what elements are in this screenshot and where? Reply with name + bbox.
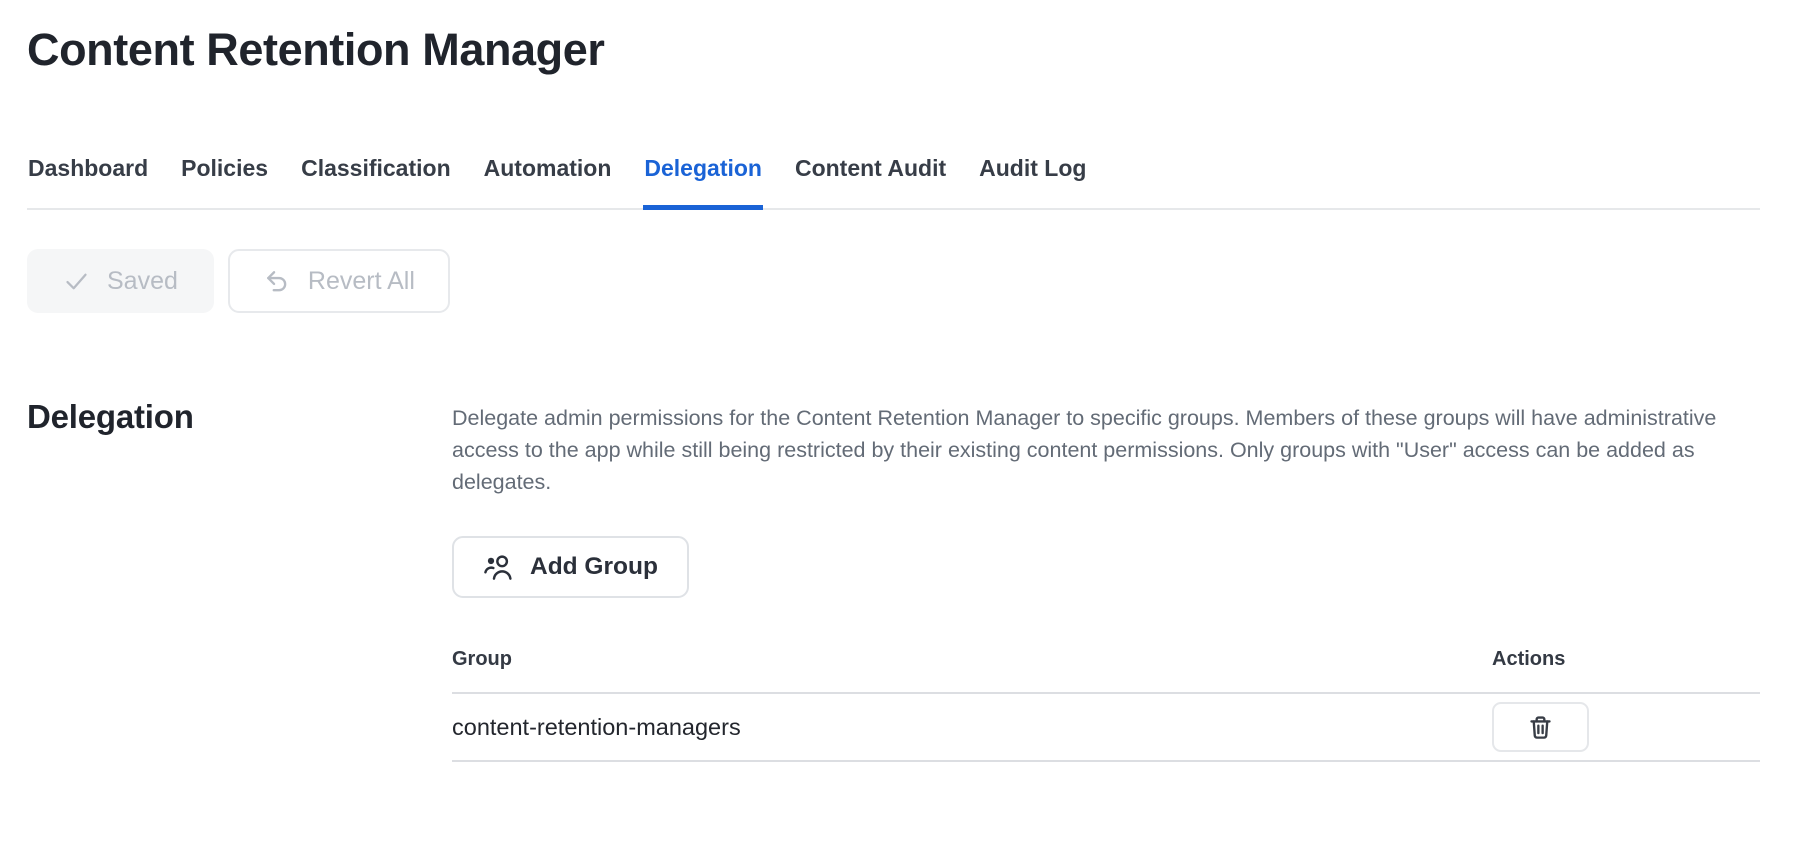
check-icon bbox=[63, 268, 90, 295]
tab-content-audit[interactable]: Content Audit bbox=[794, 155, 947, 210]
table-header-row: Group Actions bbox=[452, 648, 1760, 692]
group-name-cell: content-retention-managers bbox=[452, 714, 1492, 741]
delete-group-button[interactable] bbox=[1492, 702, 1589, 752]
saved-button[interactable]: Saved bbox=[27, 249, 214, 313]
table-header-actions: Actions bbox=[1492, 648, 1760, 671]
table-row: content-retention-managers bbox=[452, 692, 1760, 762]
tab-delegation[interactable]: Delegation bbox=[643, 155, 763, 210]
add-group-button[interactable]: Add Group bbox=[452, 536, 689, 598]
revert-all-button-label: Revert All bbox=[308, 267, 415, 296]
tab-dashboard[interactable]: Dashboard bbox=[27, 155, 149, 210]
saved-button-label: Saved bbox=[107, 267, 178, 296]
table-header-group: Group bbox=[452, 648, 1492, 671]
section-heading: Delegation bbox=[27, 398, 452, 436]
tab-policies[interactable]: Policies bbox=[180, 155, 269, 210]
tab-bar: Dashboard Policies Classification Automa… bbox=[27, 155, 1760, 210]
tab-audit-log[interactable]: Audit Log bbox=[978, 155, 1087, 210]
tab-classification[interactable]: Classification bbox=[300, 155, 452, 210]
page-title: Content Retention Manager bbox=[27, 24, 1760, 76]
trash-icon bbox=[1527, 714, 1554, 741]
tab-automation[interactable]: Automation bbox=[483, 155, 613, 210]
delegates-table: Group Actions content-retention-managers bbox=[452, 648, 1760, 762]
save-toolbar: Saved Revert All bbox=[27, 249, 1760, 313]
content-retention-manager-page: Content Retention Manager Dashboard Poli… bbox=[0, 0, 1798, 762]
revert-all-button[interactable]: Revert All bbox=[228, 249, 450, 313]
actions-cell bbox=[1492, 702, 1760, 752]
section-description: Delegate admin permissions for the Conte… bbox=[452, 402, 1760, 498]
undo-icon bbox=[263, 267, 291, 295]
delegation-section: Delegation Delegate admin permissions fo… bbox=[27, 398, 1760, 762]
add-group-button-label: Add Group bbox=[530, 553, 658, 581]
user-group-icon bbox=[483, 552, 514, 583]
